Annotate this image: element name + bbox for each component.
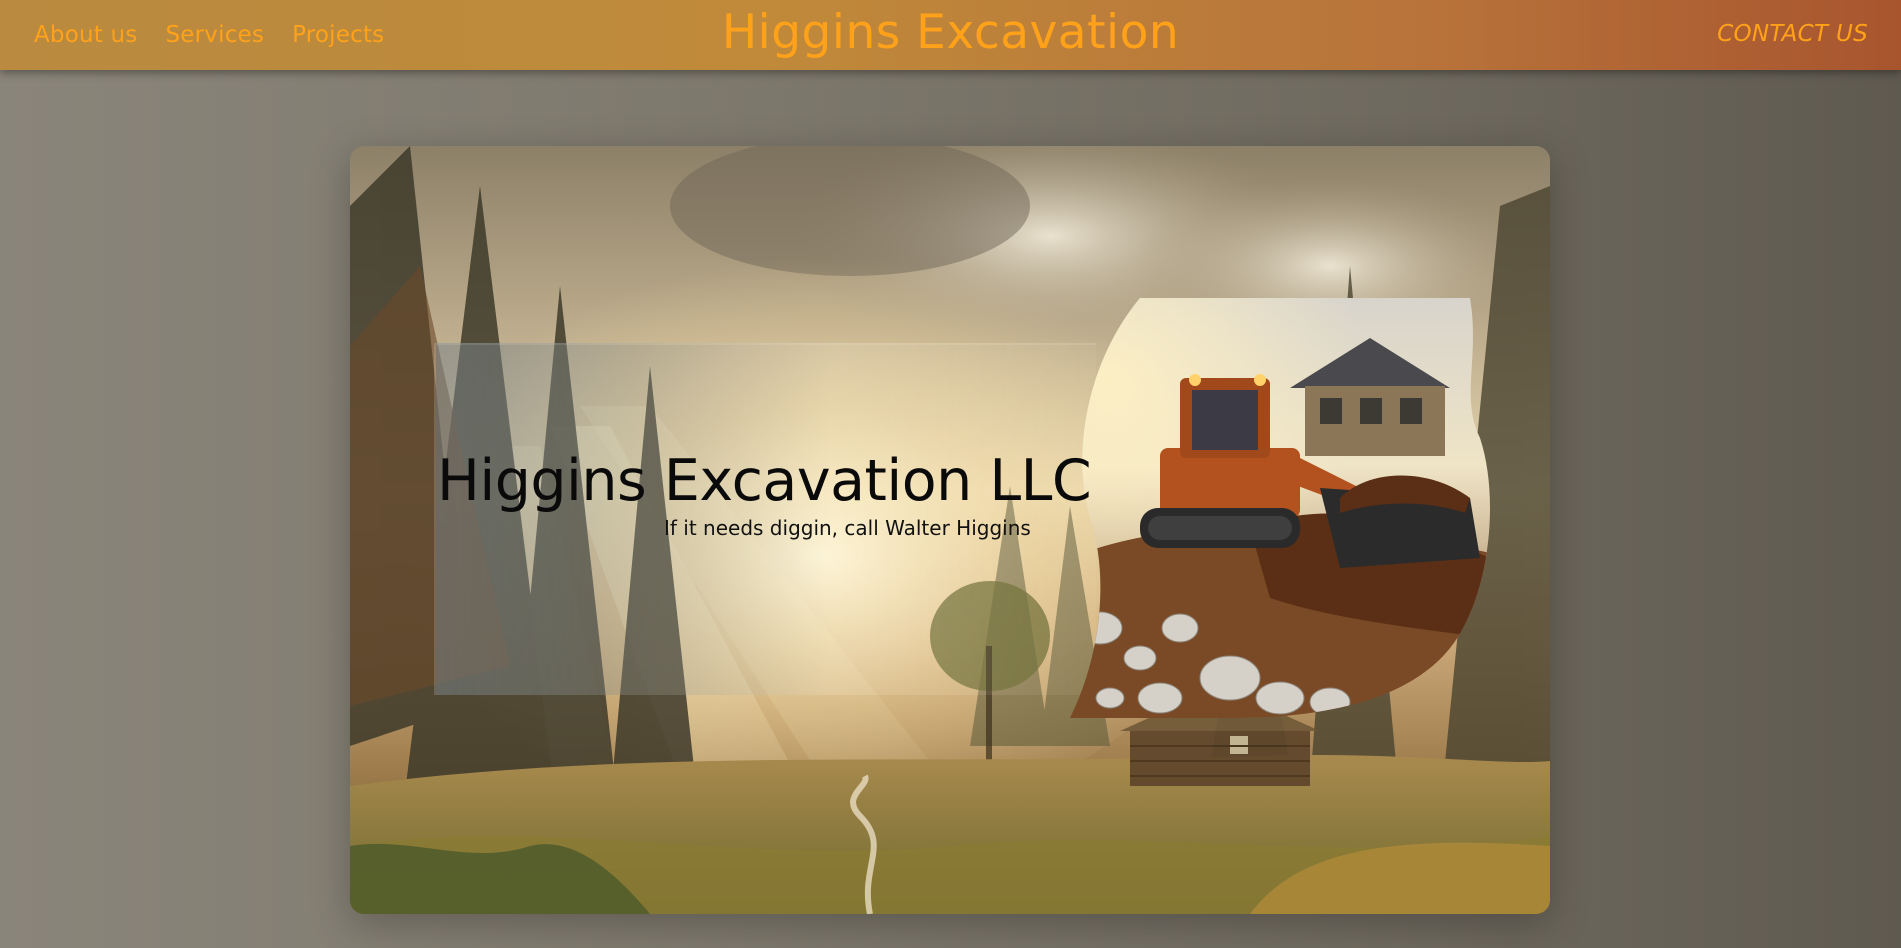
contact-us-link[interactable]: CONTACT US: [1717, 0, 1868, 68]
hero-subtitle: If it needs diggin, call Walter Higgins: [664, 516, 1031, 540]
site-header: About us Services Projects Higgins Excav…: [0, 0, 1901, 70]
nav-link-services[interactable]: Services: [165, 22, 264, 48]
nav-link-projects[interactable]: Projects: [292, 22, 384, 48]
nav-link-about-us[interactable]: About us: [34, 22, 137, 48]
hero-banner: Higgins Excavation LLC If it needs diggi…: [350, 146, 1550, 914]
main-nav: About us Services Projects: [34, 0, 384, 70]
hero-title: Higgins Excavation LLC: [437, 448, 1092, 514]
skid-steer-excavator-image: [1070, 298, 1490, 718]
